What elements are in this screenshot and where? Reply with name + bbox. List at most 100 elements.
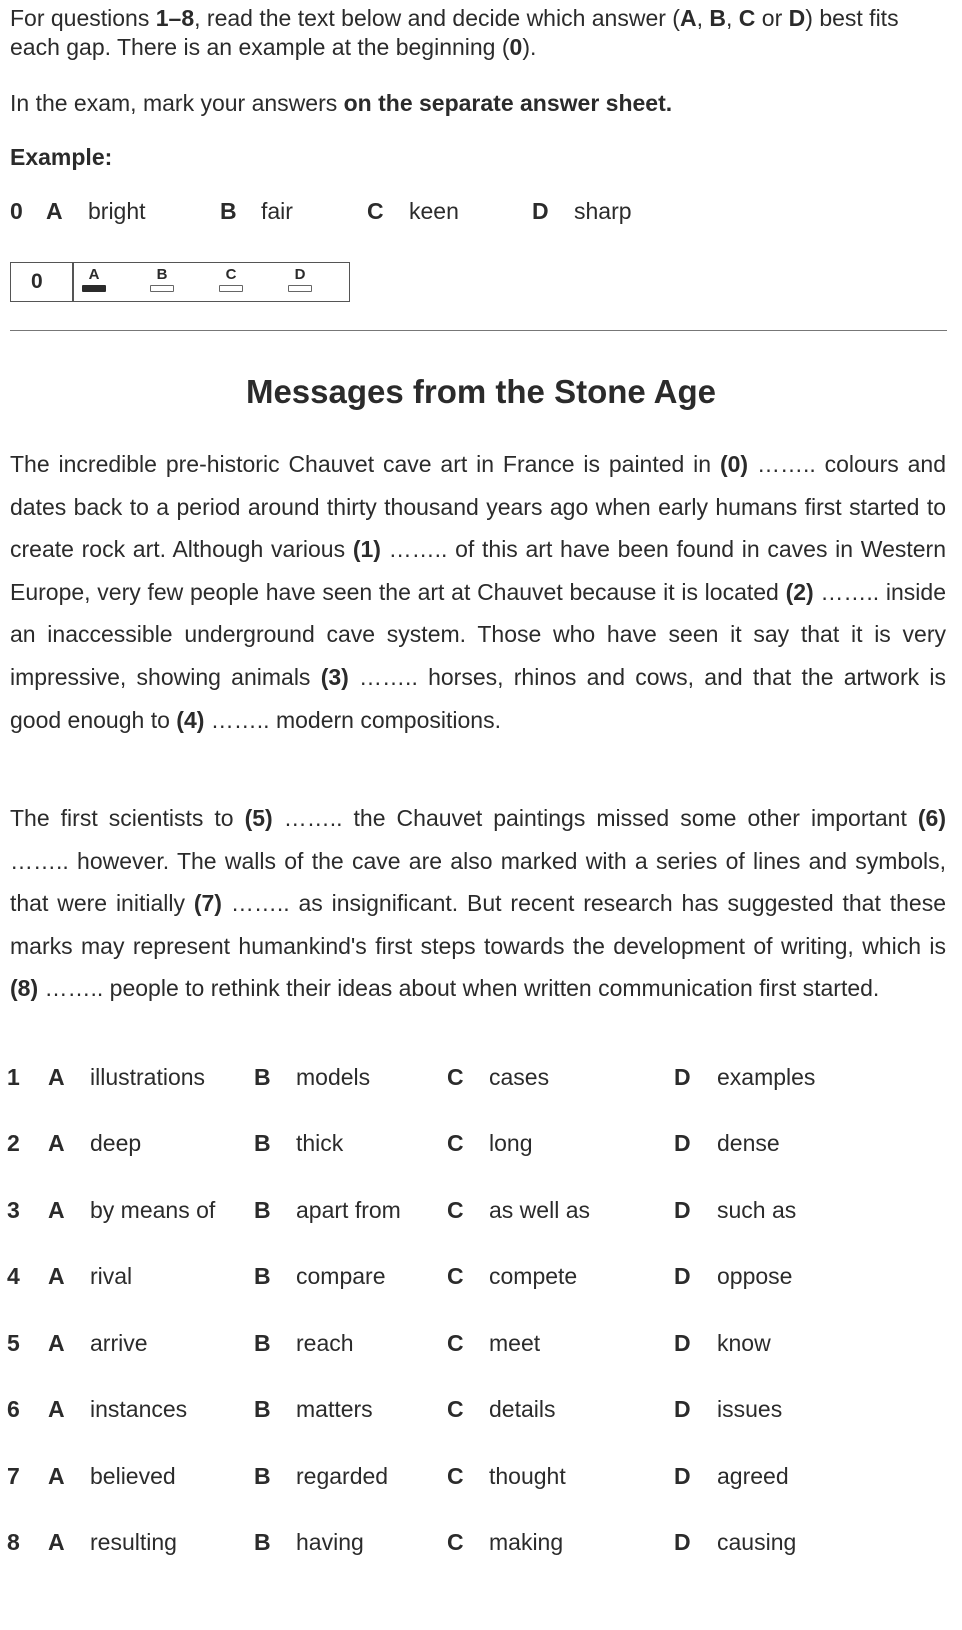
answer-sheet-divider (72, 263, 74, 301)
option-letter-a: A (48, 1064, 65, 1090)
answer-bubble (150, 285, 174, 292)
option-letter-b: B (254, 1396, 271, 1422)
question-row-1: 1 A illustrations B models C cases D exa… (0, 1064, 962, 1098)
question-number: 7 (7, 1463, 20, 1489)
answer-sheet-option-b: B (149, 267, 175, 292)
question-row-8: 8 A resulting B having C making D causin… (0, 1529, 962, 1563)
option-letter-b: B (254, 1463, 271, 1489)
option-a: illustrations (90, 1064, 206, 1090)
option-letter-d: D (674, 1529, 691, 1555)
option-b: having (296, 1529, 364, 1555)
option-letter-c: C (447, 1197, 464, 1223)
instructions-letter: A (679, 5, 697, 31)
option-c: thought (489, 1463, 566, 1489)
option-letter-a: A (48, 1396, 65, 1422)
option-letter-c: C (447, 1130, 464, 1156)
option-c: as well as (489, 1197, 590, 1223)
passage-paragraph-2: The first scientists to (5) …….. the Cha… (10, 797, 946, 1010)
option-letter-c: C (447, 1064, 464, 1090)
option-letter-c: C (447, 1330, 464, 1356)
option-letter-c: C (447, 1396, 464, 1422)
example-option-d: sharp (574, 198, 632, 224)
option-letter-c: C (447, 1463, 464, 1489)
option-d: examples (717, 1064, 816, 1090)
example-option-letter-b: B (220, 198, 237, 224)
option-letter-b: B (254, 1064, 271, 1090)
option-letter-d: D (674, 1263, 691, 1289)
instructions-example-ref: 0 (509, 34, 523, 60)
question-row-3: 3 A by means of B apart from C as well a… (0, 1197, 962, 1231)
section-divider (10, 330, 947, 331)
instructions-letter: C (738, 5, 756, 31)
gap-4: (4) (176, 706, 205, 733)
question-number: 2 (7, 1130, 20, 1156)
option-c: cases (489, 1064, 550, 1090)
option-a: resulting (90, 1529, 177, 1555)
option-c: compete (489, 1263, 578, 1289)
option-c: details (489, 1396, 556, 1422)
gap-5: (5) (244, 805, 273, 831)
gap-7: (7) (193, 890, 222, 917)
option-a: believed (90, 1463, 176, 1489)
instructions-range: 1–8 (155, 5, 195, 31)
instruction-emphasis: on the separate answer sheet. (343, 90, 673, 116)
gap-3: (3) (320, 663, 349, 690)
option-b: apart from (296, 1197, 401, 1223)
option-letter-d: D (674, 1197, 691, 1223)
answer-bubble-filled (82, 285, 106, 292)
option-d: issues (717, 1396, 783, 1422)
option-c: long (489, 1130, 533, 1156)
question-row-5: 5 A arrive B reach C meet D know (0, 1330, 962, 1364)
option-letter-a: A (48, 1529, 65, 1555)
option-d: know (717, 1330, 771, 1356)
example-option-letter-a: A (46, 198, 63, 224)
gap-1: (1) (352, 536, 381, 563)
instructions-letter: B (709, 5, 726, 31)
example-option-a: bright (88, 198, 146, 224)
option-letter-d: D (674, 1396, 691, 1422)
option-b: regarded (296, 1463, 389, 1489)
question-number: 5 (7, 1330, 20, 1356)
instructions-text: , read the text below and decide which a… (194, 5, 680, 31)
option-a: rival (90, 1263, 133, 1289)
option-a: arrive (90, 1330, 148, 1356)
question-number: 8 (7, 1529, 20, 1555)
instructions-text: , (726, 5, 739, 31)
answer-sheet-option-c: C (218, 267, 244, 292)
question-number: 1 (7, 1064, 20, 1090)
answer-sheet-option-d: D (287, 267, 313, 292)
option-letter-d: D (674, 1064, 691, 1090)
option-b: thick (296, 1130, 344, 1156)
option-letter-a: A (48, 1130, 65, 1156)
passage-paragraph-1: The incredible pre-historic Chauvet cave… (10, 443, 946, 741)
question-row-4: 4 A rival B compare C compete D oppose (0, 1263, 962, 1297)
answer-sheet-letter: D (294, 266, 306, 283)
option-letter-b: B (254, 1263, 271, 1289)
answer-sheet-instruction: In the exam, mark your answers on the se… (10, 89, 672, 118)
answer-sheet-letter: B (156, 266, 168, 283)
option-letter-c: C (447, 1529, 464, 1555)
option-c: meet (489, 1330, 541, 1356)
option-b: compare (296, 1263, 386, 1289)
question-row-6: 6 A instances B matters C details D issu… (0, 1396, 962, 1430)
instructions-text: ). (522, 34, 537, 60)
option-d: dense (717, 1130, 780, 1156)
question-number: 4 (7, 1263, 20, 1289)
option-letter-b: B (254, 1529, 271, 1555)
instructions: For questions 1–8, read the text below a… (10, 4, 930, 62)
option-letter-a: A (48, 1330, 65, 1356)
example-option-c: keen (409, 198, 459, 224)
gap-0: (0) (719, 451, 749, 477)
instructions-text: , (696, 5, 710, 31)
passage-text: The incredible pre-historic Chauvet cave… (10, 451, 720, 477)
example-label: Example: (10, 144, 113, 170)
answer-sheet-letter: A (88, 266, 100, 283)
example-option-b: fair (261, 198, 293, 224)
instructions-letter: D (788, 5, 806, 31)
gap-8: (8) (10, 975, 39, 1002)
example-answer-sheet: 0 A B C D (10, 262, 350, 302)
answer-sheet-option-a: A (81, 267, 107, 292)
option-b: reach (296, 1330, 354, 1356)
option-a: deep (90, 1130, 142, 1156)
option-a: by means of (90, 1197, 216, 1223)
